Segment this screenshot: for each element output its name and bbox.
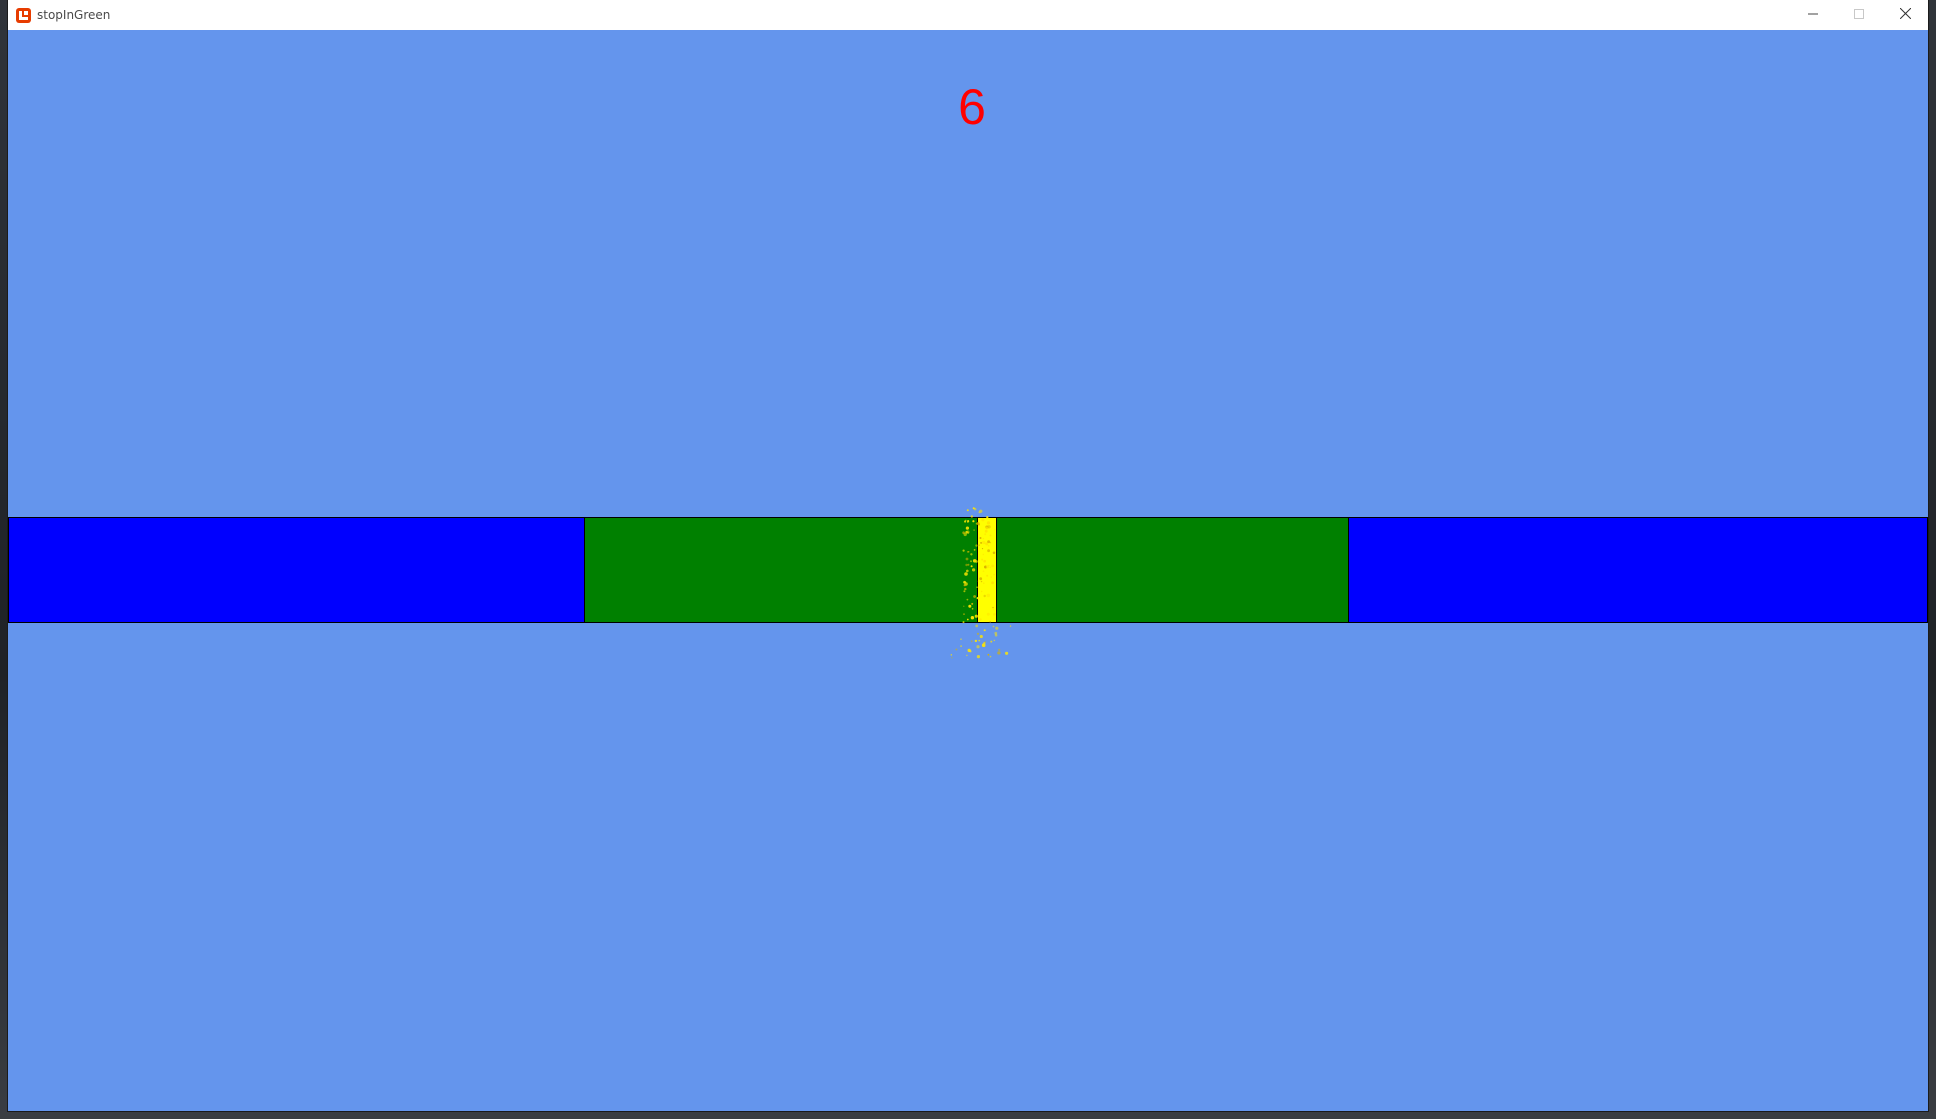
sparkle-particle (950, 654, 952, 656)
window-title: stopInGreen (37, 8, 111, 22)
caption-buttons (1790, 0, 1928, 30)
sparkle-particle (969, 650, 972, 653)
sparkle-particle (951, 657, 953, 659)
sparkle-particle (960, 638, 962, 640)
sparkle-particle (966, 654, 968, 657)
timing-bar (8, 517, 1928, 623)
sparkle-particle (970, 640, 973, 643)
game-window[interactable]: stopInGreen 6 (8, 0, 1928, 1111)
sparkle-particle (978, 639, 981, 642)
close-icon (1899, 6, 1911, 24)
minimize-icon (1808, 6, 1818, 24)
sparkle-particle (967, 648, 971, 653)
maximize-button[interactable] (1836, 0, 1882, 30)
stop-marker (977, 517, 997, 623)
sparkle-particle (983, 642, 986, 645)
minimize-button[interactable] (1790, 0, 1836, 30)
sparkle-particle (978, 511, 981, 514)
center-target-zone (584, 517, 1349, 623)
desktop-background: stopInGreen 6 (0, 0, 1936, 1119)
title-bar[interactable]: stopInGreen (8, 0, 1928, 31)
sparkle-particle (972, 507, 975, 510)
sparkle-particle (994, 634, 998, 637)
sparkle-particle (975, 624, 979, 628)
right-miss-zone (1348, 517, 1928, 623)
sparkle-particle (976, 655, 980, 659)
sparkle-particle (1009, 625, 1012, 627)
sparkle-particle (1005, 651, 1009, 655)
sparkle-particle (973, 507, 977, 511)
maximize-icon (1854, 6, 1864, 24)
sparkle-particle (989, 655, 992, 658)
left-miss-zone (8, 517, 585, 623)
sparkle-particle (966, 509, 969, 512)
sparkle-particle (981, 643, 986, 647)
monogame-icon (16, 7, 31, 23)
game-canvas[interactable]: 6 (8, 30, 1928, 1111)
sparkle-particle (998, 648, 1001, 651)
sparkle-particle (983, 629, 986, 632)
sparkle-particle (984, 641, 986, 643)
sparkle-particle (960, 645, 962, 647)
sparkle-particle (976, 632, 980, 635)
sparkle-particle (987, 653, 990, 656)
sparkle-particle (974, 639, 978, 643)
sparkle-particle (955, 648, 958, 651)
sparkle-particle (995, 626, 999, 630)
sparkle-particle (979, 509, 983, 513)
sparkle-particle (990, 640, 993, 643)
sparkle-particle (979, 634, 983, 639)
sparkle-particle (992, 625, 995, 628)
close-button[interactable] (1882, 0, 1928, 30)
sparkle-particle (994, 631, 998, 635)
sparkle-particle (997, 651, 1001, 655)
sparkle-particle (993, 639, 995, 642)
score-counter: 6 (958, 79, 986, 135)
sparkle-particle (976, 645, 980, 649)
